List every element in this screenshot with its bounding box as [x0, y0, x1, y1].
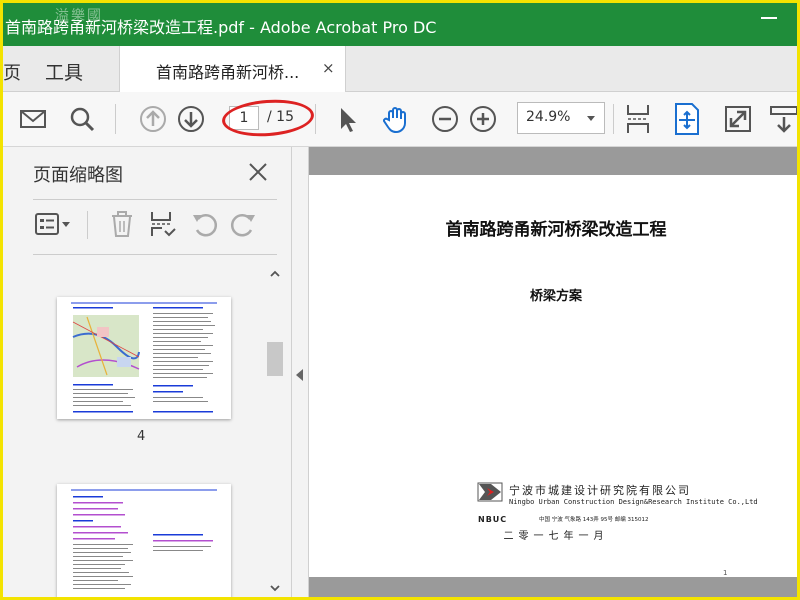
page-gap	[309, 577, 797, 597]
tab-bar: 页 工具 首南路跨甬新河桥... ×	[3, 46, 797, 92]
document-title: 首南路跨甬新河桥梁改造工程	[445, 220, 667, 240]
red-highlight-oval	[220, 96, 316, 140]
prev-page-icon[interactable]	[138, 104, 168, 134]
chevron-down-icon	[587, 116, 595, 121]
panel-title: 页面缩略图	[33, 165, 123, 186]
page-gap	[309, 147, 797, 175]
toolbar-separator	[315, 104, 316, 134]
organization-name-en: Ningbo Urban Construction Design&Researc…	[509, 498, 758, 506]
next-page-icon[interactable]	[176, 104, 206, 134]
acrobat-window: 溢樂國 首南路跨甬新河桥梁改造工程.pdf - Adobe Acrobat Pr…	[0, 0, 800, 600]
window-title: 首南路跨甬新河桥梁改造工程.pdf - Adobe Acrobat Pro DC	[5, 18, 437, 37]
fullscreen-icon[interactable]	[723, 104, 753, 134]
chevron-up-icon[interactable]	[269, 268, 281, 280]
tab-close-button[interactable]: ×	[322, 59, 335, 77]
panel-divider	[33, 199, 277, 200]
minimize-button[interactable]	[761, 17, 777, 19]
organization-abbr: NBUC	[478, 515, 508, 524]
toolbar-separator	[613, 104, 614, 134]
page-footer-number: 1	[723, 569, 728, 577]
document-date: 二零一七年一月	[503, 531, 609, 542]
thumbnail-preview	[71, 489, 217, 589]
document-subtitle: 桥梁方案	[529, 289, 582, 304]
insert-page-icon[interactable]	[147, 209, 177, 239]
zoom-value: 24.9%	[526, 109, 571, 125]
rotate-right-icon[interactable]	[229, 209, 259, 239]
zoom-dropdown[interactable]: 24.9%	[517, 102, 605, 134]
email-icon[interactable]	[18, 104, 48, 134]
panel-collapse-handle[interactable]	[293, 147, 309, 597]
scrollbar-thumb[interactable]	[267, 342, 283, 376]
thumbnail-list: 4	[7, 262, 292, 597]
panel-divider	[33, 254, 277, 255]
tab-document-label: 首南路跨甬新河桥...	[156, 63, 300, 82]
page-thumbnails-panel: 页面缩略图 4	[7, 147, 292, 597]
pdf-page: 首南路跨甬新河桥梁改造工程 桥梁方案 宁波市城建设计研究院有限公司 Ningbo…	[309, 175, 797, 577]
trash-icon[interactable]	[107, 209, 137, 239]
more-tools-icon[interactable]	[769, 104, 799, 134]
options-menu-icon[interactable]	[33, 209, 73, 239]
toolbar-separator	[115, 104, 116, 134]
page-thumbnail[interactable]	[57, 484, 231, 597]
tab-document[interactable]: 首南路跨甬新河桥... ×	[119, 46, 346, 92]
toolbar: 1 / 15 24.9%	[3, 92, 799, 147]
chevron-down-icon[interactable]	[269, 582, 281, 594]
hand-tool-icon[interactable]	[381, 104, 411, 134]
zoom-in-icon[interactable]	[468, 104, 498, 134]
chevron-left-icon	[296, 369, 303, 381]
close-icon[interactable]	[247, 161, 269, 183]
scroll-mode-icon[interactable]	[623, 102, 653, 136]
rotate-left-icon[interactable]	[189, 209, 219, 239]
tab-home[interactable]: 页	[3, 59, 21, 85]
select-cursor-icon[interactable]	[333, 104, 363, 134]
tab-tools[interactable]: 工具	[45, 58, 83, 85]
thumbnail-page-number: 4	[137, 429, 146, 444]
organization-name: 宁波市城建设计研究院有限公司	[509, 484, 691, 497]
thumbnail-scrollbar[interactable]	[265, 262, 285, 597]
zoom-out-icon[interactable]	[430, 104, 460, 134]
document-view[interactable]: 首南路跨甬新河桥梁改造工程 桥梁方案 宁波市城建设计研究院有限公司 Ningbo…	[309, 147, 797, 597]
fit-page-icon[interactable]	[673, 102, 701, 136]
company-logo-icon	[477, 482, 503, 502]
page-thumbnail[interactable]	[57, 297, 231, 419]
thumbnail-preview	[71, 302, 217, 413]
organization-address: 中国 宁波 气象路 143弄 95号 邮编 315012	[539, 517, 649, 523]
panel-toolbar-separator	[87, 211, 88, 239]
search-icon[interactable]	[67, 104, 97, 134]
title-bar: 溢樂國 首南路跨甬新河桥梁改造工程.pdf - Adobe Acrobat Pr…	[3, 3, 797, 46]
